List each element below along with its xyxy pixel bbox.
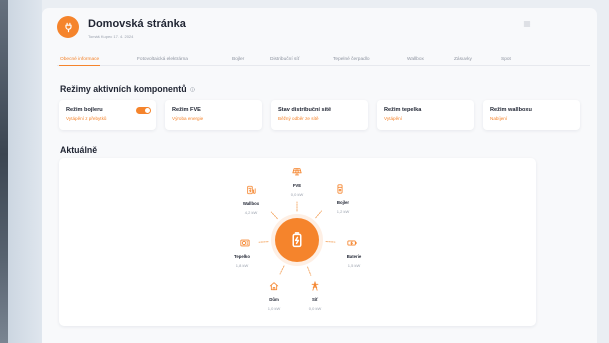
mode-card-pv[interactable]: Režim FVE Výroba energie <box>165 100 262 130</box>
energy-flow-card: FVE 0,0 kW Bojler 1,2 kW Baterie 1,5 kW … <box>59 158 536 326</box>
ev-charger-icon <box>247 185 256 195</box>
mode-card-title: Režim wallboxu <box>490 106 532 113</box>
battery-icon <box>347 240 357 246</box>
node-label: Dům <box>269 297 279 302</box>
energy-node-battery: Baterie 1,5 kW <box>334 238 374 269</box>
flow-line <box>307 266 312 276</box>
energy-node-house: Dům 1,0 kW <box>254 281 294 312</box>
node-label: Síť <box>311 297 319 302</box>
mode-card-title: Stav distribuční sítě <box>278 106 332 113</box>
mode-card-status: Běžný odběr ze sítě <box>278 116 319 121</box>
mode-cards: Režim bojleru Vytápění z přebytků Režim … <box>59 100 580 130</box>
node-value: 1,5 kW <box>347 263 361 268</box>
water-heater-icon <box>337 184 343 194</box>
node-value: 0,0 kW <box>290 192 304 197</box>
tab-sockets[interactable]: Zásuvky <box>453 55 473 66</box>
page-title: Domovská stránka <box>88 18 186 30</box>
page-subtitle: Tomáš Kupec 17. 4. 2024 <box>88 33 134 39</box>
tab-grid[interactable]: Distribuční síť <box>269 55 301 66</box>
toggle-knob <box>145 108 150 113</box>
flow-line <box>279 265 285 275</box>
node-label: Baterie <box>346 254 362 259</box>
house-icon <box>269 282 279 291</box>
mode-card-wallbox[interactable]: Režim wallboxu Nabíjení <box>483 100 580 130</box>
mode-card-boiler[interactable]: Režim bojleru Vytápění z přebytků <box>59 100 156 130</box>
energy-node-pv: FVE 0,0 kW <box>277 167 317 198</box>
modes-section-title: Režimy aktivních komponentů <box>60 84 195 95</box>
node-label: FVE <box>292 183 302 188</box>
tab-wallbox[interactable]: Wallbox <box>406 55 425 66</box>
mode-card-status: Nabíjení <box>490 116 508 121</box>
tab-photovoltaics[interactable]: Fotovoltaická elektrárna <box>136 55 189 66</box>
heat-pump-icon <box>240 239 250 247</box>
node-value: 0,0 kW <box>308 306 322 311</box>
node-value: 1,0 kW <box>267 306 281 311</box>
desktop-background-edge <box>0 0 8 343</box>
tab-heat-pump[interactable]: Tepelné čerpadlo <box>332 55 371 66</box>
info-icon[interactable] <box>189 86 195 92</box>
menu-button[interactable] <box>523 20 531 28</box>
mode-card-status: Vytápění <box>384 116 402 121</box>
app-logo <box>57 16 79 38</box>
energy-node-boiler: Bojler 1,2 kW <box>323 184 363 215</box>
desktop-background <box>8 0 42 343</box>
home-battery-icon <box>292 232 302 248</box>
tab-spot[interactable]: Spot <box>500 55 512 66</box>
menu-icon <box>523 21 531 27</box>
boiler-mode-toggle[interactable] <box>136 107 151 114</box>
mode-card-title: Režim FVE <box>172 106 201 113</box>
flow-line <box>315 210 322 219</box>
node-label: Bojler <box>336 200 350 205</box>
mode-card-title: Režim tepelka <box>384 106 422 113</box>
node-label: Wallbox <box>242 201 260 206</box>
energy-node-grid: Síť 0,0 kW <box>295 281 335 312</box>
energy-node-wallbox: Wallbox 4,2 kW <box>231 185 271 216</box>
node-label: Tepelko <box>234 254 250 259</box>
tab-general-info[interactable]: Obecné informace <box>59 55 101 66</box>
tab-bar: Obecné informace Fotovoltaická elektrárn… <box>57 55 590 66</box>
mode-card-title: Režim bojleru <box>66 106 103 113</box>
node-value: 1,8 kW <box>235 263 249 268</box>
flow-line <box>270 211 278 220</box>
mode-card-grid[interactable]: Stav distribuční sítě Běžný odběr ze sít… <box>271 100 368 130</box>
power-pylon-icon <box>311 281 319 291</box>
energy-hub <box>275 218 319 262</box>
node-value: 1,2 kW <box>336 209 350 214</box>
mode-card-status: Výroba energie <box>172 116 204 121</box>
node-value: 4,2 kW <box>244 210 258 215</box>
app-window: Domovská stránka Tomáš Kupec 17. 4. 2024… <box>42 8 597 343</box>
mode-card-status: Vytápění z přebytků <box>66 116 107 121</box>
modes-section-title-text: Režimy aktivních komponentů <box>60 83 187 94</box>
mode-card-heat-pump[interactable]: Režim tepelka Vytápění <box>377 100 474 130</box>
plug-icon <box>64 22 72 32</box>
tab-boiler[interactable]: Bojler <box>231 55 245 66</box>
energy-node-heat-pump: Tepelko 1,8 kW <box>222 238 262 269</box>
solar-panel-icon <box>292 168 302 176</box>
current-section-title: Aktuálně <box>60 144 98 155</box>
